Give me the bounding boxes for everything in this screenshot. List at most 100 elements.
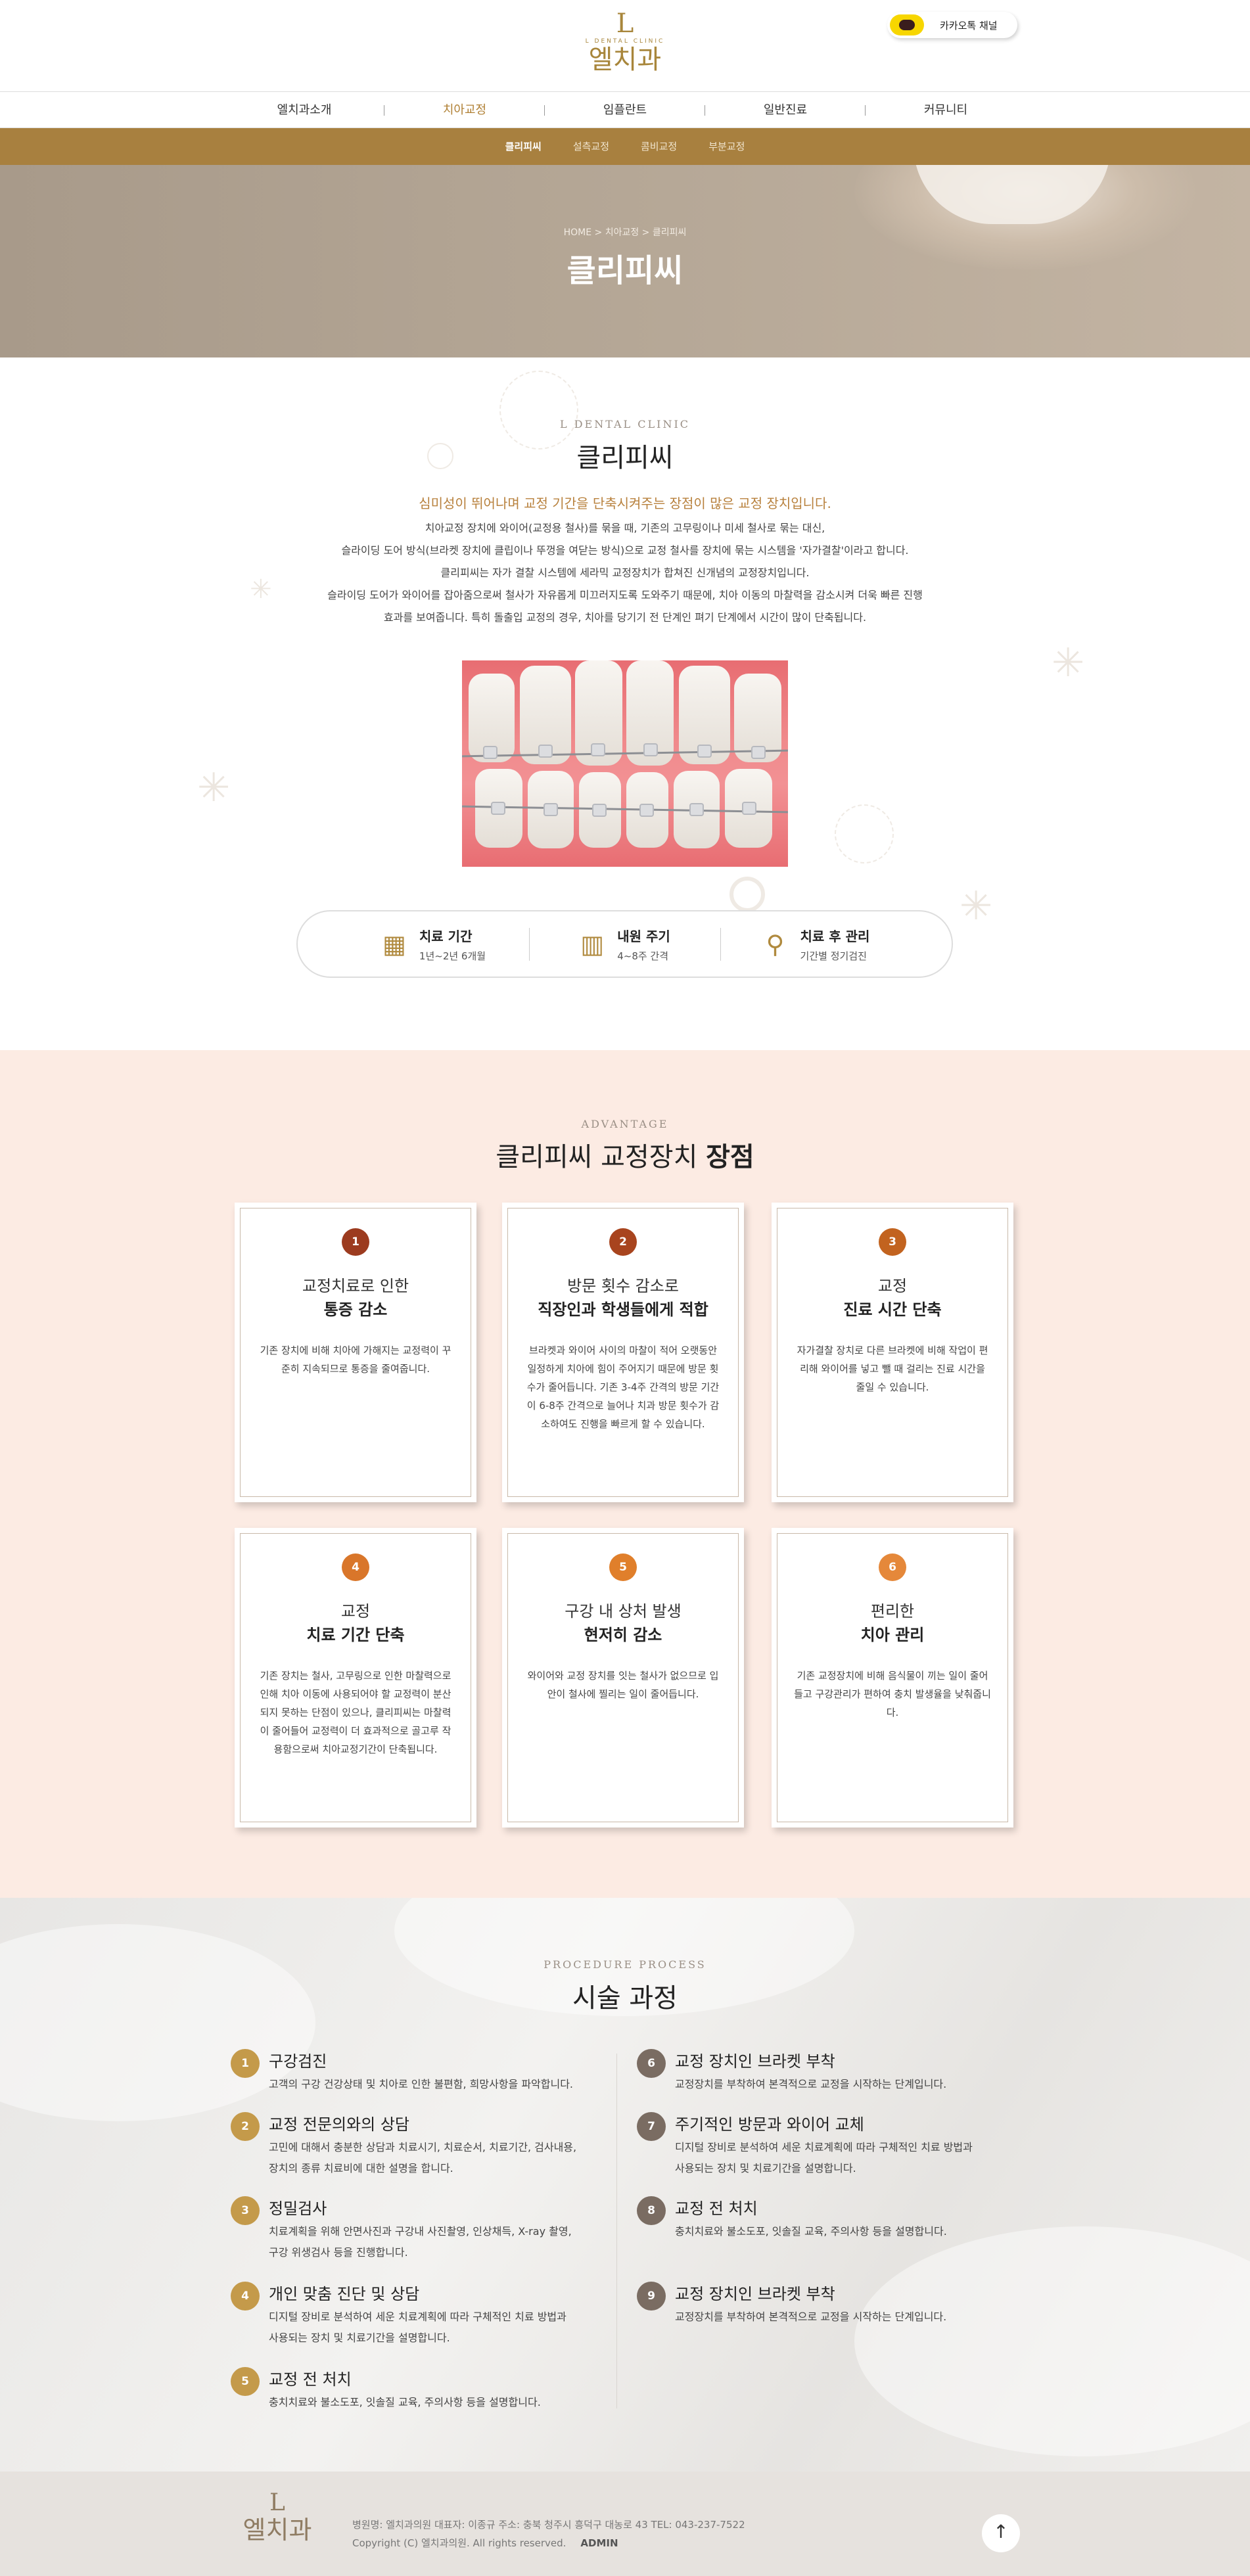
- process-step-text: 개인 맞춤 진단 및 상담디지털 장비로 분석하여 세운 치료계획에 따라 구체…: [269, 2284, 567, 2349]
- footer-copyright: Copyright (C) 엘치과의원. All rights reserved…: [352, 2537, 567, 2549]
- info-item: ⚲ 치료 후 관리 기간별 정기검진: [721, 926, 912, 963]
- advantage-heading: 교정: [340, 1602, 371, 1621]
- intro-line: 효과를 보여줍니다. 특히 돌출입 교정의 경우, 치아를 당기기 전 단계인 …: [383, 611, 867, 624]
- footer-logo-name: 엘치과: [243, 2516, 312, 2544]
- process-step: 6 교정 장치인 브라켓 부착 교정장치를 부착하여 본격적으로 교정을 시작하는 …: [637, 2049, 946, 2095]
- process-step-text: 교정 장치인 브라켓 부착 교정장치를 부착하여 본격적으로 교정을 시작하는 단…: [675, 2052, 946, 2095]
- process-step-title: 교정 전문의와의 상담: [269, 2115, 409, 2134]
- advantage-card: 6 편리한 치아 관리 기존 교정장치에 비해 음식물이 끼는 일이 줄어들고 구강관…: [772, 1528, 1013, 1828]
- process-step-desc: 교정장치를 부착하여 본격적으로 교정을 시작하는 단계입니다.: [675, 2311, 947, 2323]
- advantage-number-badge: 3: [879, 1228, 906, 1256]
- advantage-heading-bold: 치료 기간 단축: [306, 1626, 405, 1644]
- intro-lead: 심미성이 뛰어나며 교정 기간을 단축시켜주는 장점이 많은 교정 장치입니다.: [419, 495, 831, 511]
- info-title: 내원 주기: [617, 928, 670, 944]
- kakao-channel-button[interactable]: 카카오톡 채널: [887, 12, 1017, 38]
- arrow-up-icon: ↑: [993, 2521, 1009, 2542]
- subnav-item[interactable]: 콤비교정: [641, 128, 677, 165]
- info-text: 치료 기간 1년~2년 6개월: [419, 926, 486, 963]
- nav-item[interactable]: 임플란트: [545, 92, 705, 127]
- process-step: 5 교정 전 처치 충치치료와 불소도포, 잇솔질 교육, 주의사항 등을 설명합니…: [231, 2367, 541, 2413]
- advantage-title-bold: 장점: [706, 1142, 754, 1172]
- advantage-description: 기존 장치에 비해 치아에 가해지는 교정력이 꾸준히 지속되므로 통증을 줄여…: [260, 1345, 451, 1375]
- footer-copyright-line: Copyright (C) 엘치과의원. All rights reserved…: [352, 2534, 745, 2552]
- admin-link[interactable]: ADMIN: [580, 2537, 618, 2549]
- nav-item[interactable]: 치아교정: [384, 92, 545, 127]
- info-item: ▥ 내원 주기 4~8주 간격: [530, 926, 720, 963]
- intro-line: 슬라이딩 도어가 와이어를 잡아줌으로써 철사가 자유롭게 미끄러지도록 도와주…: [327, 589, 923, 601]
- info-item: ▦ 치료 기간 1년~2년 6개월: [338, 926, 529, 963]
- subnav-item[interactable]: 설측교정: [573, 128, 609, 165]
- advantage-heading: 방문 횟수 감소로: [567, 1277, 679, 1295]
- treatment-info-bar: ▦ 치료 기간 1년~2년 6개월 ▥ 내원 주기 4~8주 간격 ⚲ 치료 후 관리 기간별 …: [296, 910, 953, 978]
- scroll-top-button[interactable]: ↑: [982, 2514, 1020, 2552]
- breadcrumb: HOME > 치아교정 > 클리피씨: [563, 227, 687, 238]
- logo-name: 엘치과: [588, 45, 662, 75]
- process-step-title: 교정 장치인 브라켓 부착: [675, 2285, 835, 2303]
- process-step-title: 개인 맞춤 진단 및 상담: [269, 2285, 420, 2303]
- kakao-icon: [890, 14, 924, 35]
- process-step-desc: 사용되는 장치 및 치료기간을 설명합니다.: [675, 2162, 856, 2174]
- footer-logo[interactable]: L 엘치과: [231, 2489, 323, 2545]
- advantage-number-badge: 4: [342, 1553, 369, 1581]
- info-text: 내원 주기 4~8주 간격: [617, 926, 670, 963]
- sub-navigation: 클리피씨 설측교정 콤비교정 부분교정: [0, 128, 1250, 165]
- process-step: 1 구강검진 고객의 구강 건강상태 및 치아로 인한 불편함, 희망사항을 파악합…: [231, 2049, 573, 2095]
- process-step-text: 교정 전 처치 충치치료와 불소도포, 잇솔질 교육, 주의사항 등을 설명합니다…: [269, 2370, 541, 2413]
- process-step-desc: 충치치료와 불소도포, 잇솔질 교육, 주의사항 등을 설명합니다.: [269, 2396, 541, 2408]
- process-step-number: 3: [231, 2196, 260, 2225]
- process-step-number: 7: [637, 2112, 666, 2141]
- kakao-channel-label: 카카오톡 채널: [940, 19, 998, 32]
- site-logo[interactable]: L L DENTAL CLINIC 엘치과: [576, 9, 674, 81]
- intro-line: 슬라이딩 도어 방식(브라켓 장치에 클립이나 뚜껑을 여닫는 방식)으로 교정…: [341, 544, 909, 557]
- advantage-card: 1 교정치료로 인한 통증 감소 기존 장치에 비해 치아에 가해지는 교정력이 꾸준…: [235, 1203, 476, 1502]
- decor-ring: [835, 804, 894, 863]
- nav-item[interactable]: 커뮤니티: [866, 92, 1026, 127]
- process-step-title: 교정 전 처치: [675, 2199, 758, 2218]
- advantage-description: 기존 교정장치에 비해 음식물이 끼는 일이 줄어들고 구강관리가 편하여 충치…: [794, 1670, 991, 1718]
- advantage-number-badge: 1: [342, 1228, 369, 1256]
- advantage-card: 5 구강 내 상처 발생 현저히 감소 와이어와 교정 장치를 잇는 철사가 없으므로…: [502, 1528, 744, 1828]
- nav-item[interactable]: 엘치과소개: [224, 92, 384, 127]
- process-step-number: 9: [637, 2282, 666, 2311]
- process-step-text: 교정 전문의와의 상담 고민에 대해서 충분한 상담과 치료시기, 치료순서, 치…: [269, 2115, 576, 2179]
- advantage-number-badge: 5: [609, 1553, 637, 1581]
- process-step-number: 5: [231, 2367, 260, 2396]
- footer-address: 병원명: 엘치과의원 대표자: 이종규 주소: 충북 청주시 흥덕구 대농로 4…: [352, 2519, 745, 2531]
- footer-logo-mark: L: [269, 2489, 285, 2516]
- schedule-icon: ▥: [580, 929, 605, 959]
- subnav-item[interactable]: 클리피씨: [505, 128, 542, 165]
- subnav-item[interactable]: 부분교정: [708, 128, 745, 165]
- advantage-card-inner: 3 교정 진료 시간 단축 자가결찰 장치로 다른 브라켓에 비해 작업이 편리해 와…: [777, 1208, 1008, 1497]
- info-title: 치료 기간: [419, 928, 473, 944]
- process-step-number: 6: [637, 2049, 666, 2078]
- intro-eyebrow: L DENTAL CLINIC: [559, 418, 691, 430]
- process-step-desc: 충치치료와 불소도포, 잇솔질 교육, 주의사항 등을 설명합니다.: [675, 2225, 947, 2238]
- process-step: 9 교정 장치인 브라켓 부착교정장치를 부착하여 본격적으로 교정을 시작하는 …: [637, 2282, 946, 2328]
- advantage-number-badge: 2: [609, 1228, 637, 1256]
- process-step-desc: 장치의 종류 치료비에 대한 설명을 합니다.: [269, 2162, 453, 2174]
- advantage-card: 3 교정 진료 시간 단축 자가결찰 장치로 다른 브라켓에 비해 작업이 편리해 와…: [772, 1203, 1013, 1502]
- logo-subtitle: L DENTAL CLINIC: [585, 38, 665, 45]
- process-step-number: 4: [231, 2282, 260, 2311]
- advantage-description: 와이어와 교정 장치를 잇는 철사가 없으므로 입 안이 철사에 찔리는 일이 …: [527, 1670, 719, 1700]
- page-title: 클리피씨: [567, 252, 683, 289]
- process-step-number: 8: [637, 2196, 666, 2225]
- intro-title: 클리피씨: [576, 443, 674, 473]
- process-step-desc: 디지털 장비로 분석하여 세운 치료계획에 따라 구체적인 치료 방법과: [269, 2311, 567, 2323]
- process-step: 8 교정 전 처치충치치료와 불소도포, 잇솔질 교육, 주의사항 등을 설명합니…: [637, 2196, 947, 2242]
- advantage-card-inner: 4 교정 치료 기간 단축 기존 장치는 철사, 고무링으로 인한 마찰력으로 인해 …: [240, 1533, 471, 1822]
- process-step: 2 교정 전문의와의 상담 고민에 대해서 충분한 상담과 치료시기, 치료순서, …: [231, 2112, 576, 2179]
- decor-sparkle: ✳: [197, 765, 231, 811]
- decor-ring: [729, 877, 765, 912]
- info-desc: 1년~2년 6개월: [419, 950, 486, 962]
- process-step-desc: 사용되는 장치 및 치료기간을 설명합니다.: [269, 2332, 450, 2344]
- process-step-text: 교정 장치인 브라켓 부착교정장치를 부착하여 본격적으로 교정을 시작하는 단…: [675, 2284, 946, 2328]
- nav-item[interactable]: 일반진료: [705, 92, 866, 127]
- advantage-card-inner: 5 구강 내 상처 발생 현저히 감소 와이어와 교정 장치를 잇는 철사가 없으므로…: [507, 1533, 739, 1822]
- advantage-card-inner: 2 방문 횟수 감소로 직장인과 학생들에게 적합 브라켓과 와이어 사이의 마찰이 …: [507, 1208, 739, 1497]
- decor-blob: [854, 2226, 1250, 2456]
- footer-info: 병원명: 엘치과의원 대표자: 이종규 주소: 충북 청주시 흥덕구 대농로 4…: [352, 2516, 745, 2552]
- advantage-card-inner: 6 편리한 치아 관리 기존 교정장치에 비해 음식물이 끼는 일이 줄어들고 구강관…: [777, 1533, 1008, 1822]
- process-step: 4 개인 맞춤 진단 및 상담디지털 장비로 분석하여 세운 치료계획에 따라 구…: [231, 2282, 567, 2349]
- process-step-text: 교정 전 처치충치치료와 불소도포, 잇솔질 교육, 주의사항 등을 설명합니다…: [675, 2199, 947, 2242]
